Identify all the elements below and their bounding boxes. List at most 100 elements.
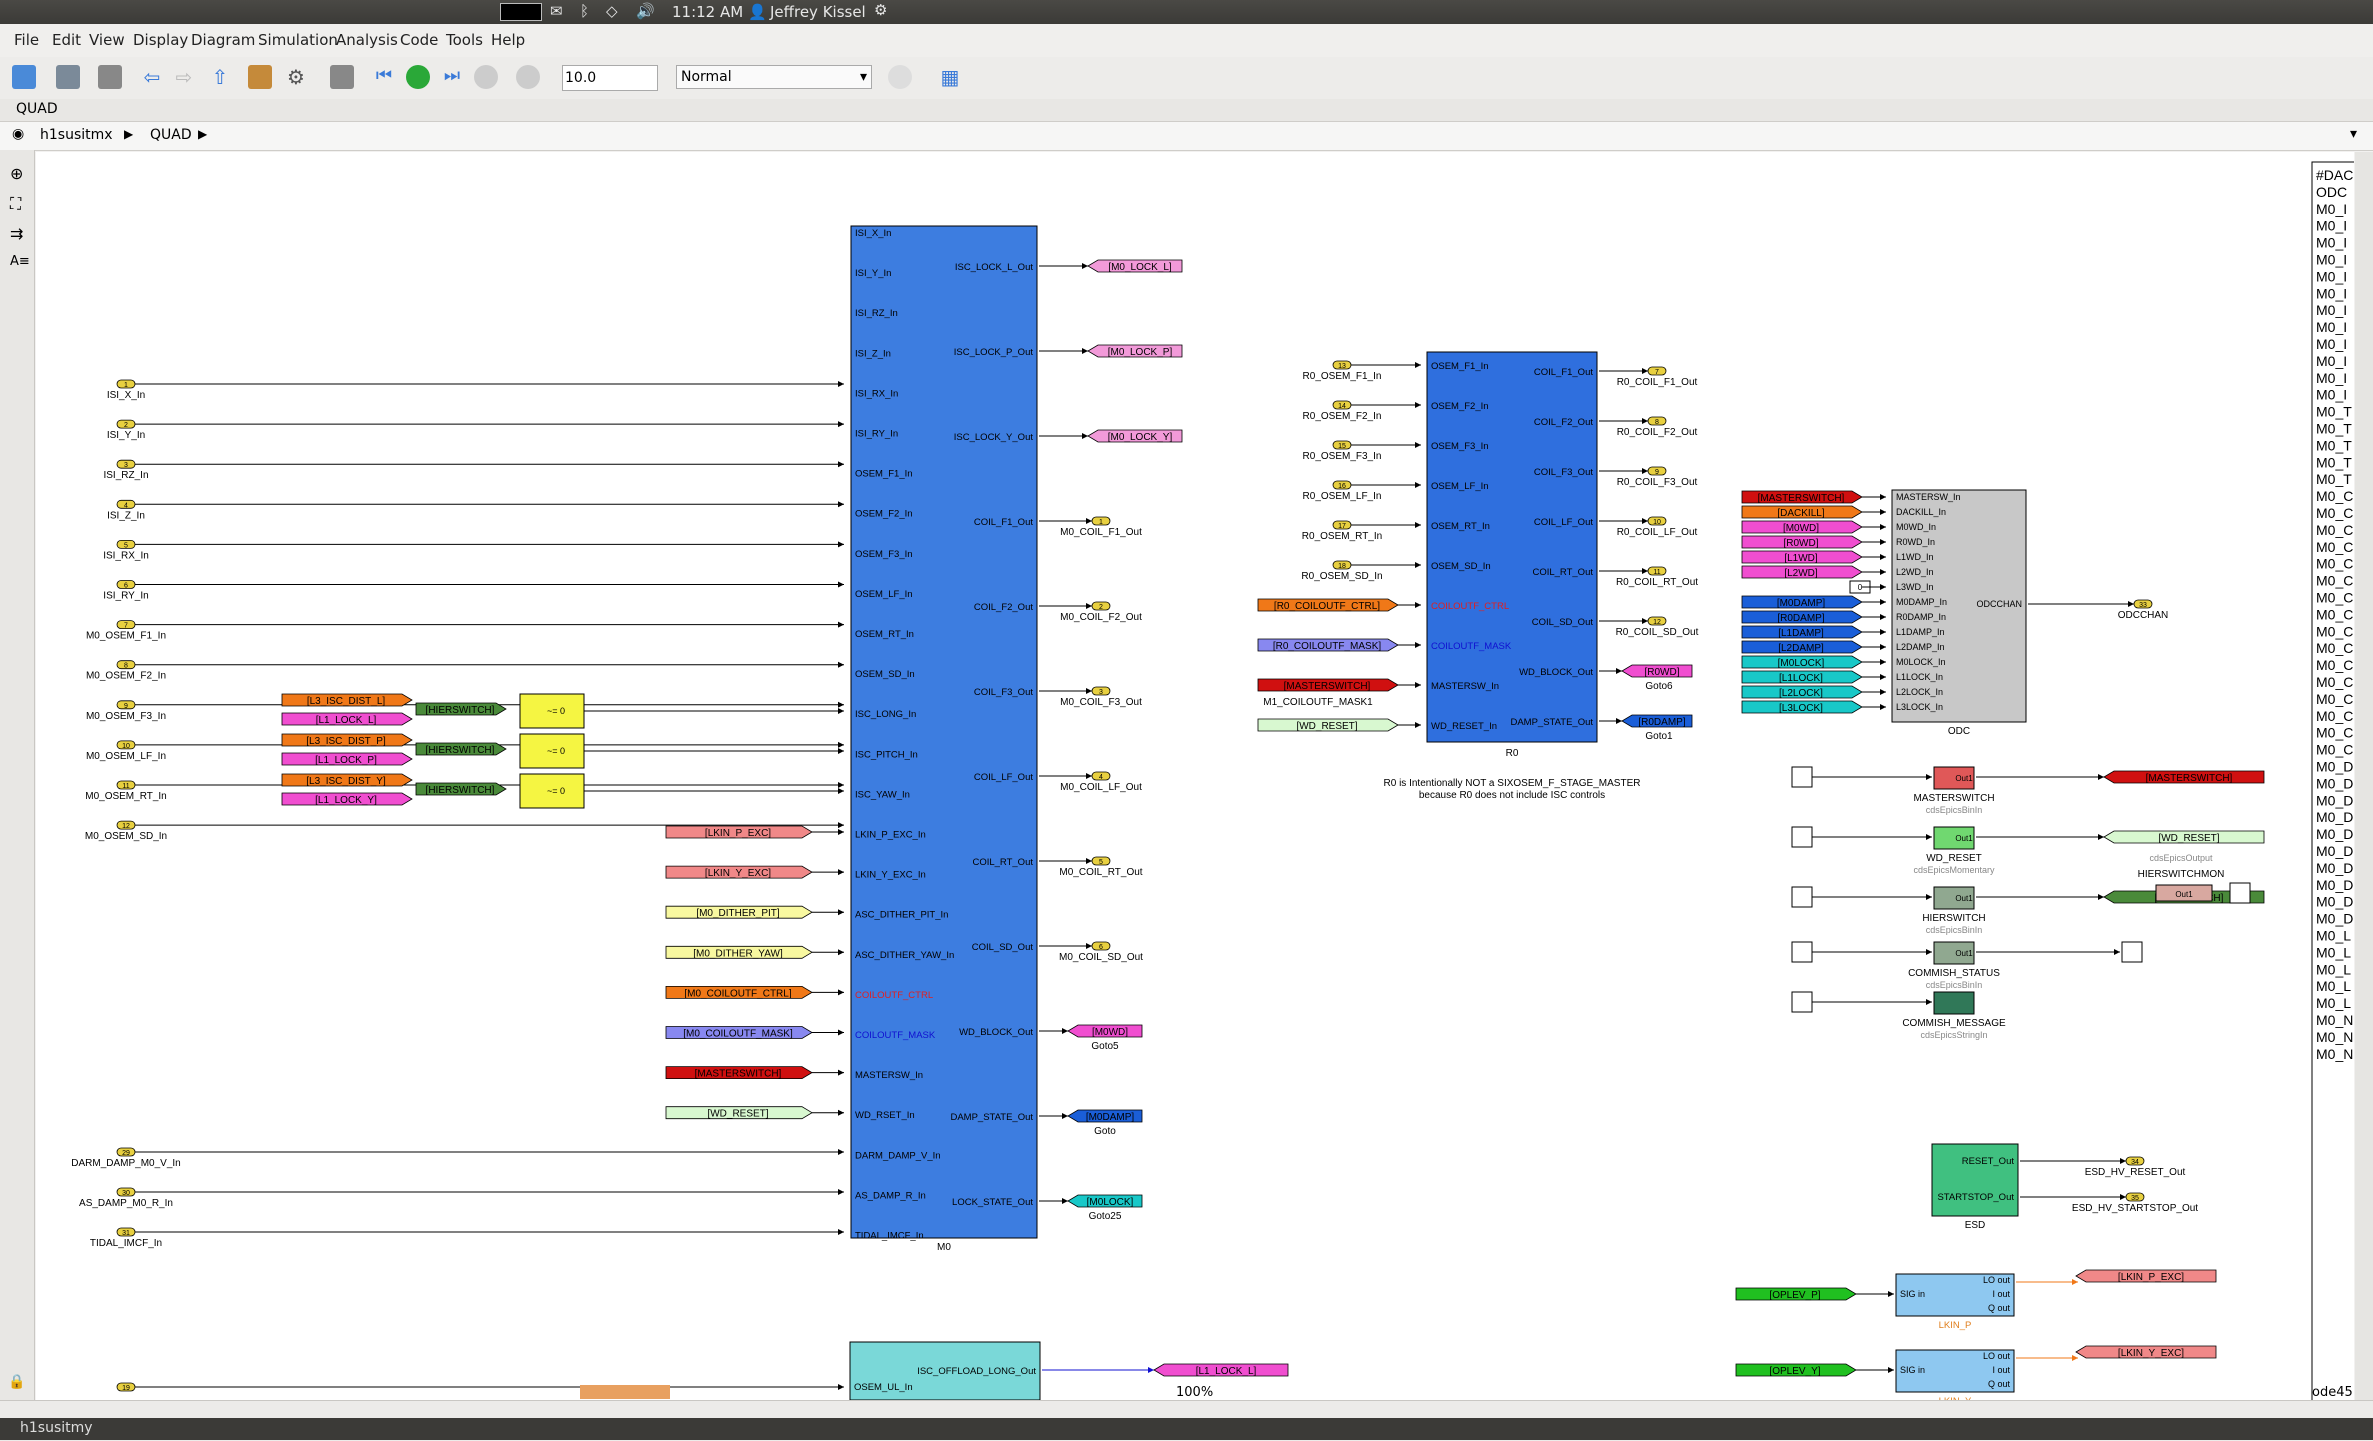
signal-line-arrowhead[interactable]	[1086, 603, 1092, 609]
annotation-icon[interactable]: A≡	[10, 254, 30, 269]
epics-type-2[interactable]: cdsEpicsBinIn	[1926, 925, 1983, 935]
signal-line-arrowhead[interactable]	[838, 1029, 844, 1036]
stop-icon[interactable]	[474, 65, 498, 89]
inport-r0-label-3[interactable]: R0_OSEM_F3_In	[1303, 451, 1382, 462]
r0-out-port-4[interactable]: COIL_RT_Out	[1532, 567, 1593, 578]
right-panel-line-31[interactable]: M0_C	[2316, 691, 2353, 707]
m0-out-port-0[interactable]: ISC_LOCK_L_Out	[955, 262, 1034, 273]
right-panel-line-47[interactable]: M0_L	[2316, 961, 2351, 977]
signal-line-arrowhead[interactable]	[1415, 402, 1421, 408]
odc-in-port-6[interactable]: L3WD_In	[1896, 582, 1934, 592]
user-name[interactable]: Jeffrey Kissel	[770, 3, 866, 21]
signal-line-arrowhead[interactable]	[838, 1069, 844, 1076]
signal-line-arrowhead[interactable]	[1086, 943, 1092, 949]
offload-in-port[interactable]: OSEM_UL_In	[854, 1382, 913, 1393]
simulation-mode-select[interactable]: Normal ▾	[676, 65, 872, 89]
signal-line-arrowhead[interactable]	[838, 701, 844, 708]
inport-r0-label-2[interactable]: R0_OSEM_F2_In	[1303, 411, 1382, 422]
from-isc-b-2-label[interactable]: [L1_LOCK_Y]	[315, 795, 377, 806]
breadcrumb-root[interactable]: h1susitmx	[40, 127, 113, 143]
goto-r0-1-label[interactable]: [R0DAMP]	[1638, 717, 1685, 728]
print-icon[interactable]	[98, 65, 122, 89]
signal-line-arrowhead[interactable]	[1880, 584, 1886, 590]
esd-block[interactable]	[1931, 1143, 2019, 1217]
epics-type-0[interactable]: cdsEpicsBinIn	[1926, 805, 1983, 815]
signal-line-arrowhead[interactable]	[1880, 554, 1886, 560]
epics-out-3[interactable]: Out1	[1955, 949, 1973, 958]
outport-r0-2-number[interactable]: 8	[1655, 419, 1659, 426]
odc-in-port-9[interactable]: L1DAMP_In	[1896, 627, 1945, 637]
inport-r0-label-1[interactable]: R0_OSEM_F1_In	[1303, 371, 1382, 382]
right-panel-line-40[interactable]: M0_D	[2316, 843, 2353, 859]
signal-line-arrowhead[interactable]	[838, 621, 844, 628]
signal-line-arrowhead[interactable]	[1926, 774, 1932, 780]
m0-out-port-4[interactable]: COIL_F2_Out	[974, 602, 1033, 613]
signal-line-arrowhead[interactable]	[1086, 773, 1092, 779]
signal-line-arrowhead[interactable]	[1415, 642, 1421, 648]
outport-m0-label-2[interactable]: M0_COIL_F2_Out	[1060, 612, 1142, 623]
epics-type-1[interactable]: cdsEpicsMomentary	[1913, 865, 1995, 875]
m0-block[interactable]	[850, 225, 1038, 1239]
outport-m0-label-5[interactable]: M0_COIL_RT_Out	[1059, 867, 1142, 878]
m0-out-port-2[interactable]: ISC_LOCK_Y_Out	[954, 432, 1034, 443]
outport-m0-label-3[interactable]: M0_COIL_F3_Out	[1060, 697, 1142, 708]
signal-line-arrowhead[interactable]	[1086, 688, 1092, 694]
outport-m0-4-number[interactable]: 4	[1099, 774, 1103, 781]
right-panel-line-51[interactable]: M0_N	[2316, 1029, 2353, 1045]
signal-line-arrowhead[interactable]	[1888, 1367, 1894, 1373]
from-isc-b-1-label[interactable]: [L1_LOCK_P]	[315, 755, 377, 766]
right-panel-line-33[interactable]: M0_C	[2316, 725, 2353, 741]
battery-icon[interactable]	[500, 3, 542, 21]
signal-line-arrowhead[interactable]	[838, 822, 844, 829]
right-panel-line-21[interactable]: M0_C	[2316, 522, 2353, 538]
outport-r0-3-number[interactable]: 9	[1655, 469, 1659, 476]
right-panel-line-27[interactable]: M0_C	[2316, 623, 2353, 639]
mail-icon[interactable]: ✉	[550, 2, 563, 20]
r0-in-port-0[interactable]: OSEM_F1_In	[1431, 361, 1489, 372]
lkin-out-1-2[interactable]: Q out	[1988, 1379, 2011, 1389]
right-panel-line-22[interactable]: M0_C	[2316, 539, 2353, 555]
inport-5-number[interactable]: 5	[124, 542, 128, 549]
signal-line-arrowhead[interactable]	[2072, 1355, 2078, 1361]
inport-r0-label-4[interactable]: R0_OSEM_LF_In	[1303, 491, 1382, 502]
from-odc-7-label[interactable]: [M0DAMP]	[1777, 598, 1826, 609]
right-panel-line-9[interactable]: M0_I	[2316, 319, 2347, 335]
goto-m0-lock-2-label[interactable]: [M0_LOCK_Y]	[1108, 432, 1173, 443]
clock[interactable]: 11:12 AM	[672, 3, 743, 21]
signal-line-arrowhead[interactable]	[1082, 263, 1088, 269]
odc-in-port-5[interactable]: L2WD_In	[1896, 567, 1934, 577]
volume-icon[interactable]: 🔊	[636, 2, 655, 20]
inport-2-number[interactable]: 2	[124, 422, 128, 429]
from-lkin-1-label[interactable]: [OPLEV_Y]	[1769, 1366, 1820, 1377]
m0-in-port-3[interactable]: ISI_Z_In	[855, 348, 891, 359]
r0-block-name[interactable]: R0	[1506, 748, 1519, 759]
right-panel-line-16[interactable]: M0_T	[2316, 437, 2352, 453]
signal-line-arrowhead[interactable]	[1926, 894, 1932, 900]
from-m0-2-label[interactable]: [M0_DITHER_PIT]	[696, 908, 780, 919]
right-panel-line-25[interactable]: M0_C	[2316, 590, 2353, 606]
right-panel-line-29[interactable]: M0_C	[2316, 657, 2353, 673]
lkin-out-1-1[interactable]: I out	[1992, 1365, 2010, 1375]
inport-label-2[interactable]: ISI_Y_In	[107, 430, 145, 441]
epics-name-2[interactable]: HIERSWITCH	[1922, 913, 1985, 924]
from-odc-5-label[interactable]: [L2WD]	[1784, 568, 1818, 579]
offload-port[interactable]: ISC_OFFLOAD_LONG_Out	[917, 1366, 1036, 1377]
from-odc-13-label[interactable]: [L2LOCK]	[1779, 688, 1823, 699]
signal-line-arrowhead[interactable]	[838, 421, 844, 428]
right-panel-line-1[interactable]: ODC	[2316, 184, 2347, 200]
from-m0-4-label[interactable]: [M0_COILOUTF_CTRL]	[684, 988, 791, 999]
odc-in-port-2[interactable]: M0WD_In	[1896, 522, 1936, 532]
signal-line-arrowhead[interactable]	[1880, 614, 1886, 620]
right-panel-line-6[interactable]: M0_I	[2316, 268, 2347, 284]
from-r0-3-label[interactable]: [WD_RESET]	[1296, 721, 1357, 732]
m0-out-port-11[interactable]: LOCK_STATE_Out	[952, 1197, 1033, 1208]
signal-line-arrowhead[interactable]	[1082, 348, 1088, 354]
right-panel-line-13[interactable]: M0_I	[2316, 387, 2347, 403]
m0-out-port-10[interactable]: DAMP_STATE_Out	[950, 1112, 1033, 1123]
menu-code[interactable]: Code	[400, 31, 438, 49]
signal-line-arrowhead[interactable]	[838, 581, 844, 588]
r0-in-port-2[interactable]: OSEM_F3_In	[1431, 441, 1489, 452]
outport-r0-label-1[interactable]: R0_COIL_F1_Out	[1617, 377, 1698, 388]
signal-line-arrowhead[interactable]	[1086, 858, 1092, 864]
signal-line-arrowhead[interactable]	[838, 381, 844, 387]
